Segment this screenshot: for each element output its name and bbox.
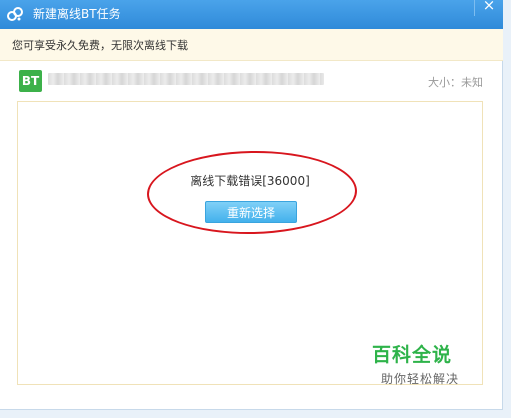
bt-file-icon: BT [19, 70, 42, 92]
torrent-file-row: BT 大小：未知 [0, 61, 503, 101]
watermark-subtitle: 助你轻松解决 [381, 372, 460, 386]
cloud-logo-icon [7, 7, 23, 21]
file-size-label: 大小：未知 [428, 76, 483, 89]
watermark-title: 百科全说 [372, 344, 453, 366]
close-button[interactable]: × [474, 0, 503, 16]
free-notice-bar: 您可享受永久免费，无限次离线下载 [0, 29, 503, 61]
title-bar[interactable]: 新建离线BT任务 × [0, 0, 503, 29]
file-name-blurred [48, 73, 324, 85]
notice-text: 您可享受永久免费，无限次离线下载 [12, 39, 188, 52]
watermark: 百科全说 助你轻松解决 [372, 343, 496, 389]
new-offline-bt-task-dialog: 新建离线BT任务 × 您可享受永久免费，无限次离线下载 BT 大小：未知 离线下… [0, 0, 503, 410]
dialog-title: 新建离线BT任务 [33, 7, 121, 21]
